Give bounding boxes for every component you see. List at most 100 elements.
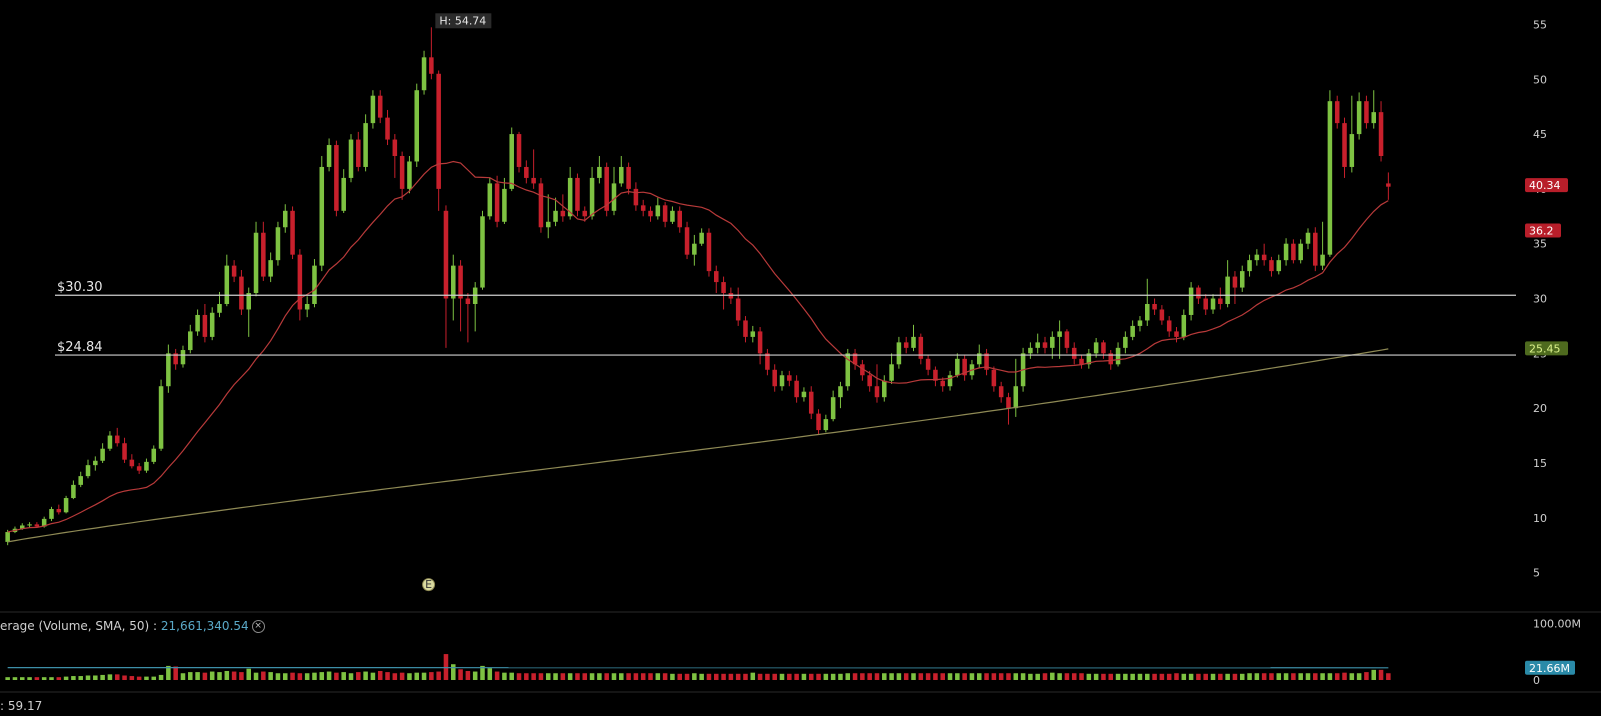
candle-body [195,314,200,332]
candle-body [253,232,259,294]
candle-body [421,57,427,91]
close-icon[interactable]: × [251,620,265,633]
volume-bar [845,673,851,680]
volume-bar [1356,673,1362,680]
candle-body [1327,101,1333,255]
volume-bar [304,673,310,680]
volume-bar [1218,673,1223,680]
volume-bar [282,673,288,680]
candle-body [100,448,105,461]
candle [63,495,69,514]
candle-body [494,183,500,222]
candle-body [640,205,646,211]
candle [312,259,317,308]
candle [1159,305,1165,325]
candle-body [626,166,631,189]
candle-body [1101,342,1106,354]
volume-bar [1159,673,1165,680]
candle-body [516,134,522,167]
candle-body [275,227,281,261]
price-tick-label: 55 [1533,18,1547,31]
volume-bar [1364,672,1369,680]
candle-body [429,57,434,74]
candle-body [487,183,493,217]
volume-bar [472,671,478,680]
candle-body [531,177,536,184]
volume-bar [889,673,894,680]
volume-bar [984,673,989,680]
candle [494,175,500,228]
candle-body [1305,232,1311,244]
candle [1028,342,1033,359]
volume-bar [41,677,47,680]
candle [1225,260,1230,308]
candle [290,206,295,260]
candle [1115,342,1121,367]
candle [1320,221,1325,271]
volume-bar [808,673,814,680]
candle-body [816,413,821,431]
candle-body [93,460,98,466]
candle [823,414,829,433]
volume-bar [421,672,427,680]
candle-body [334,145,339,211]
candle [195,309,200,336]
candle [1342,117,1347,178]
candle [1298,239,1303,264]
volume-bars [5,654,1391,680]
candle-body [63,498,69,513]
volume-bar [1254,673,1260,680]
volume-bar [173,666,178,680]
candle-body [326,145,332,167]
candle [1378,101,1384,162]
candle-body [823,419,829,431]
candle [1254,249,1260,266]
volume-bar [231,671,237,680]
volume-bar [290,672,295,680]
candle [370,90,376,129]
candle [640,199,646,217]
volume-bar [239,672,244,680]
candle-body [1196,287,1201,299]
volume-bar [85,675,91,680]
candle-body [1013,386,1019,409]
volume-bar [860,673,865,680]
candle-body [757,331,763,354]
candle [421,50,427,95]
volume-bar [1320,673,1325,680]
volume-tag-label: 21.66M [1529,662,1570,675]
candle-body [377,95,383,118]
volume-bar [1203,673,1208,680]
earnings-icon-label: E [425,578,432,591]
candle [78,471,83,488]
candle [1364,95,1369,129]
volume-bar [1042,673,1048,680]
candle [1174,327,1179,343]
candle-body [151,448,157,462]
volume-bar [356,672,361,680]
volume-sma-legend: erage (Volume, SMA, 50) : 21,661,340.54 × [0,619,265,633]
candle [348,134,354,183]
volume-bar [1239,673,1245,680]
volume-bar [867,673,872,680]
volume-bar [787,673,792,680]
candle-body [1166,320,1172,332]
volume-bar [925,673,931,680]
candle-body [297,254,303,310]
candle-body [874,386,880,398]
candle-body [166,353,171,387]
candle-body [385,117,390,140]
candle-body [1254,254,1260,261]
volume-bar [735,673,741,680]
volume-bar [1378,669,1384,680]
volume-bar [626,673,631,680]
volume-bar [1145,673,1150,680]
candle-body [794,380,799,398]
candle-body [209,312,215,337]
volume-bar [560,673,566,680]
candle [1071,342,1077,365]
candle-body [1203,298,1208,310]
candle [71,480,76,500]
volume-bar [1261,673,1267,680]
candle [1247,254,1252,277]
